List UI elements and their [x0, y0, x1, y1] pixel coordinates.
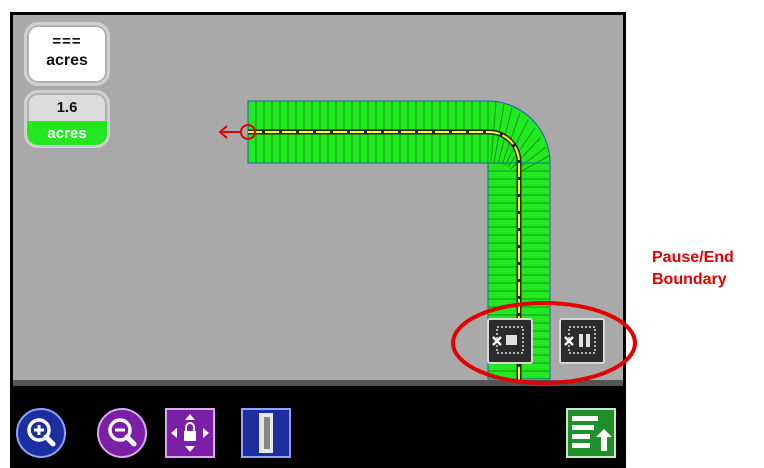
- guidance-line: [248, 129, 522, 380]
- layers-button[interactable]: [565, 407, 617, 459]
- split-view-button[interactable]: [240, 407, 292, 459]
- covered-area-unit: acres: [47, 125, 87, 142]
- end-boundary-icon: [492, 326, 524, 354]
- end-boundary-button[interactable]: [487, 318, 533, 364]
- toolbar-divider: [13, 380, 623, 386]
- zoom-in-icon: [16, 408, 66, 458]
- pause-boundary-icon: [564, 326, 596, 354]
- pan-lock-icon: [165, 408, 215, 458]
- zoom-out-icon: [97, 408, 147, 458]
- covered-area-badge[interactable]: 1.6 acres: [24, 90, 110, 148]
- callout-label: Pause/End Boundary: [652, 247, 734, 291]
- guidance-line-center: [248, 131, 520, 380]
- total-area-unit: acres: [46, 52, 88, 69]
- total-area-badge[interactable]: === acres: [24, 22, 110, 86]
- covered-area-value: 1.6: [56, 99, 78, 116]
- zoom-in-button[interactable]: [15, 407, 67, 459]
- split-view-icon: [241, 408, 291, 458]
- pause-boundary-button[interactable]: [559, 318, 605, 364]
- layers-icon: [566, 408, 616, 458]
- callout-label-line1: Pause/End: [652, 249, 734, 266]
- zoom-out-button[interactable]: [96, 407, 148, 459]
- callout-label-line2: Boundary: [652, 271, 727, 288]
- pan-button[interactable]: [164, 407, 216, 459]
- total-area-value: ===: [52, 33, 82, 50]
